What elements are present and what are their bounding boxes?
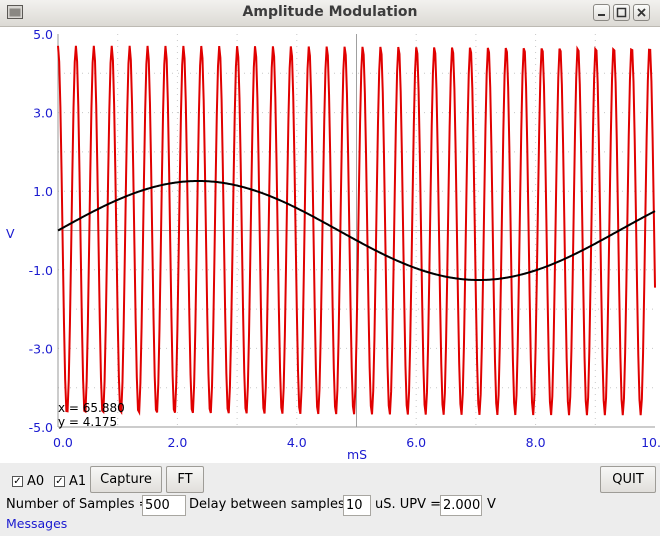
x-tick-label: 2.0	[167, 435, 187, 450]
delay-input[interactable]: 10	[343, 495, 371, 516]
upv-label: uS. UPV =	[375, 497, 442, 512]
y-tick-label: -1.0	[29, 263, 53, 278]
y-tick-label: 5.0	[33, 27, 53, 42]
a1-checkbox[interactable]: ✓	[54, 476, 65, 487]
upv-input[interactable]: 2.000	[440, 495, 482, 516]
window-title: Amplitude Modulation	[242, 4, 418, 20]
ft-button[interactable]: FT	[166, 466, 204, 493]
quit-button[interactable]: QUIT	[600, 466, 656, 493]
close-icon	[637, 8, 646, 17]
chart[interactable]: 5.0 3.0 1.0 -1.0 -3.0 -5.00.0 2.0 4.0 6.0 8.0 10.0…	[0, 27, 660, 463]
capture-button[interactable]: Capture	[90, 466, 162, 493]
y-tick-label: 3.0	[33, 106, 53, 121]
samples-input[interactable]: 500	[142, 495, 186, 516]
x-tick-label: 0.0	[53, 435, 73, 450]
x-tick-label: 4.0	[287, 435, 307, 450]
upv-unit: V	[487, 497, 496, 512]
y-tick-label: 1.0	[33, 184, 53, 199]
minimize-button[interactable]	[593, 4, 610, 21]
x-tick-label: 6.0	[406, 435, 426, 450]
x-axis-label: mS	[347, 447, 367, 462]
y-axis-label: V	[6, 226, 15, 241]
a1-label: A1	[69, 474, 87, 489]
a0-label: A0	[27, 474, 45, 489]
maximize-icon	[616, 7, 627, 18]
maximize-button[interactable]	[613, 4, 630, 21]
y-tick-label: -3.0	[29, 341, 53, 356]
minimize-icon	[598, 14, 605, 16]
x-tick-label: 10.0	[641, 435, 660, 450]
close-button[interactable]	[633, 4, 650, 21]
y-tick-label: -5.0	[29, 420, 53, 435]
cursor-y-readout: y = 4.175	[58, 415, 117, 429]
plot-canvas[interactable]: 5.0 3.0 1.0 -1.0 -3.0 -5.00.0 2.0 4.0 6.0 8.0 10.0…	[0, 27, 660, 463]
samples-label: Number of Samples =	[6, 497, 150, 512]
cursor-x-readout: x = 65.880	[58, 401, 125, 415]
delay-label: Delay between samples=	[189, 497, 356, 512]
x-tick-label: 8.0	[526, 435, 546, 450]
messages-label: Messages	[6, 516, 68, 531]
title-bar: Amplitude Modulation	[0, 0, 660, 27]
a0-checkbox[interactable]: ✓	[12, 476, 23, 487]
